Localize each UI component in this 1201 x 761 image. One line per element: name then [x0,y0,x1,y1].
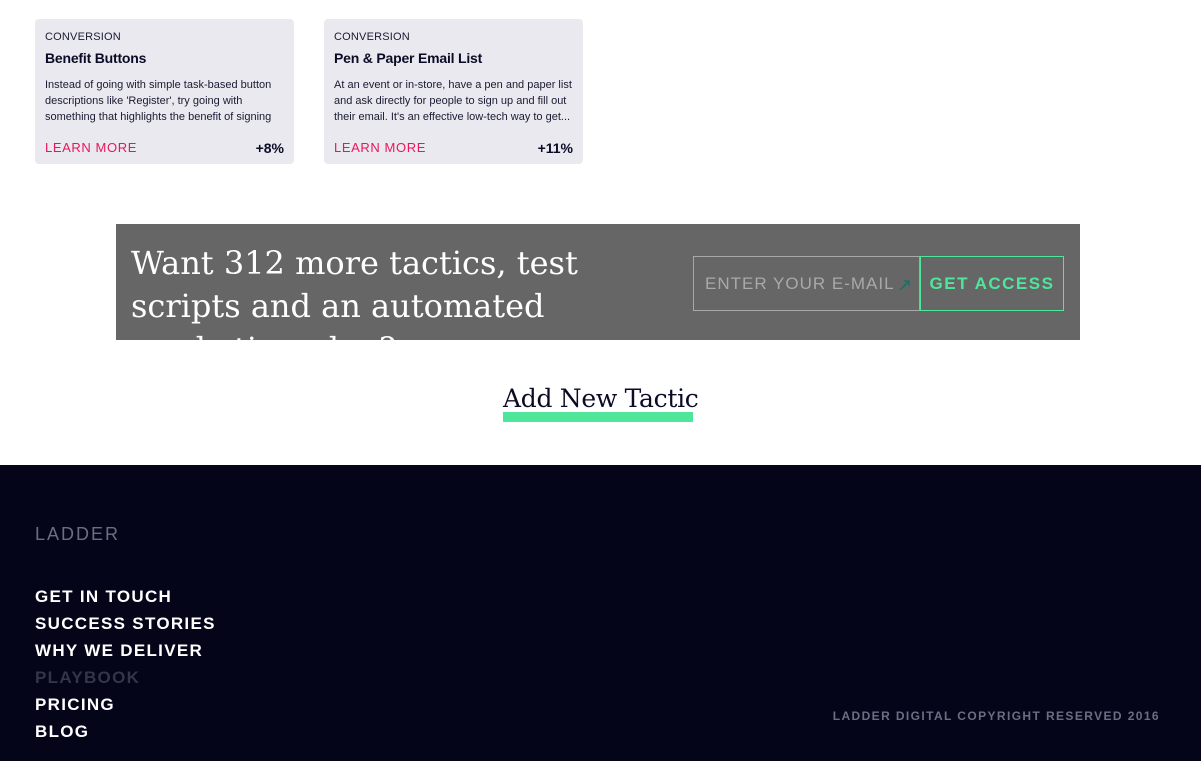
cta-headline: Want 312 more tactics, test scripts and … [131,244,578,368]
card-category: CONVERSION [334,31,410,43]
add-new-tactic-link[interactable]: Add New Tactic [503,384,699,424]
card-category: CONVERSION [45,31,121,43]
uplift-value: +11% [537,140,573,156]
card-title: Benefit Buttons [45,50,147,66]
learn-more-link[interactable]: LEARN MORE [45,140,137,155]
get-access-button[interactable]: GET ACCESS [920,256,1064,311]
nav-success-stories[interactable]: SUCCESS STORIES [35,610,216,637]
nav-why-we-deliver[interactable]: WHY WE DELIVER [35,637,216,664]
cta-banner: Want 312 more tactics, test scripts and … [116,224,1080,368]
nav-pricing[interactable]: PRICING [35,691,216,718]
footer-nav: GET IN TOUCH SUCCESS STORIES WHY WE DELI… [35,583,216,745]
learn-more-link[interactable]: LEARN MORE [334,140,426,155]
footer: LADDER GET IN TOUCH SUCCESS STORIES WHY … [0,465,1201,761]
uplift-value: +8% [255,140,284,156]
ladder-logo[interactable]: LADDER [35,524,120,545]
add-new-tactic-label: Add New Tactic [503,384,699,413]
nav-playbook[interactable]: PLAYBOOK [35,664,216,691]
arrow-icon: ↗ [897,275,913,295]
nav-get-in-touch[interactable]: GET IN TOUCH [35,583,216,610]
tactic-card[interactable]: CONVERSION Pen & Paper Email List At an … [324,19,583,164]
nav-blog[interactable]: BLOG [35,718,216,745]
highlight-underline [503,412,693,422]
card-description: Instead of going with simple task-based … [45,79,272,123]
email-input[interactable] [693,256,920,311]
copyright-text: LADDER DIGITAL COPYRIGHT RESERVED 2016 [832,709,1160,723]
tactic-card[interactable]: CONVERSION Benefit Buttons Instead of go… [35,19,294,164]
card-description: At an event or in-store, have a pen and … [334,79,572,123]
card-title: Pen & Paper Email List [334,50,483,66]
